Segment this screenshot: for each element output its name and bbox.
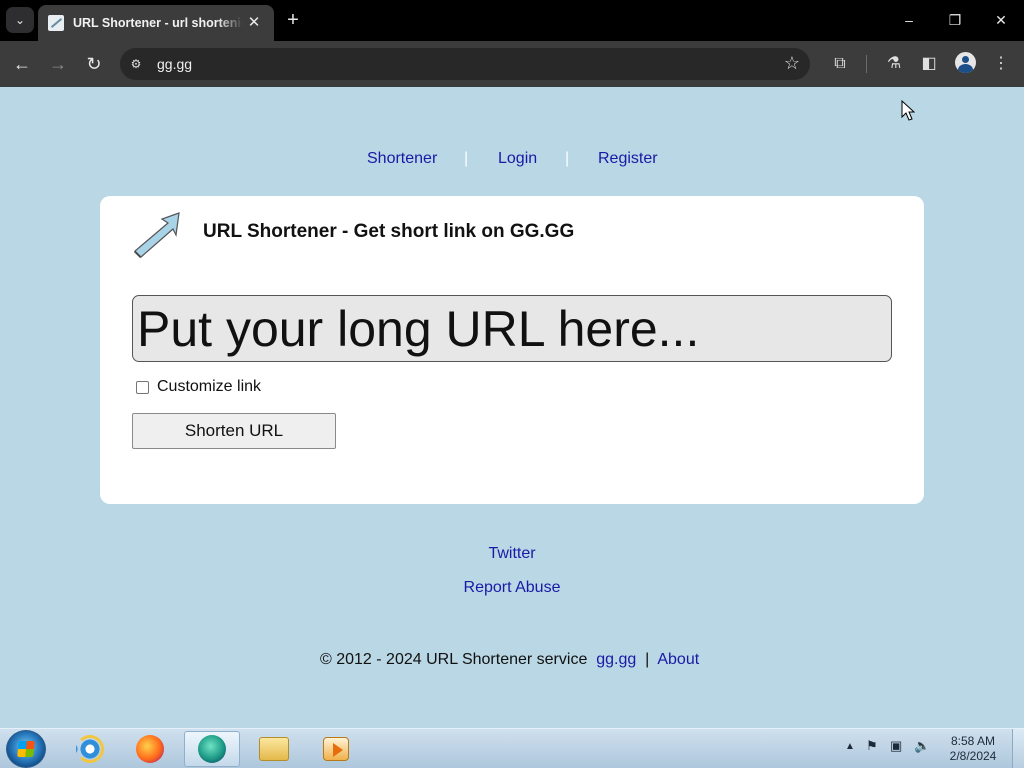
taskbar-file-explorer[interactable] bbox=[246, 731, 302, 767]
page-title: URL Shortener - Get short link on GG.GG bbox=[203, 221, 575, 242]
media-player-icon bbox=[323, 737, 349, 761]
about-link[interactable]: About bbox=[657, 651, 699, 668]
footer-separator: | bbox=[645, 651, 650, 668]
long-url-input[interactable] bbox=[132, 295, 892, 362]
labs-flask-icon[interactable]: ⚗ bbox=[881, 51, 907, 77]
browser-titlebar: ⌄ URL Shortener - url shortening ✕ + – ❐… bbox=[0, 0, 1024, 41]
favicon-icon bbox=[48, 15, 64, 31]
side-panel-icon[interactable]: ◧ bbox=[916, 51, 942, 77]
show-desktop-button[interactable] bbox=[1012, 729, 1024, 768]
forward-icon[interactable]: → bbox=[45, 51, 71, 77]
new-tab-button[interactable]: + bbox=[282, 8, 304, 32]
extensions-icon[interactable]: ⧉ bbox=[827, 51, 853, 77]
start-button[interactable] bbox=[6, 730, 46, 768]
shortener-card: URL Shortener - Get short link on GG.GG … bbox=[100, 196, 924, 504]
browser-toolbar: ← → ↻ ⚙ gg.gg ☆ ⧉ ⚗ ◧ ⋮ bbox=[0, 41, 1024, 87]
edge-browser-icon bbox=[198, 735, 226, 763]
arrow-logo-icon bbox=[134, 212, 180, 258]
network-icon[interactable]: ▣ bbox=[890, 738, 902, 754]
minimize-button[interactable]: – bbox=[895, 8, 923, 32]
report-abuse-link[interactable]: Report Abuse bbox=[464, 579, 561, 596]
menu-kebab-icon[interactable]: ⋮ bbox=[988, 51, 1014, 77]
action-center-flag-icon[interactable]: ⚑ bbox=[866, 738, 878, 754]
taskbar-edge-browser[interactable] bbox=[184, 731, 240, 767]
site-link[interactable]: gg.gg bbox=[596, 651, 636, 668]
address-text[interactable]: gg.gg bbox=[157, 56, 192, 72]
nav-login-link[interactable]: Login bbox=[498, 150, 537, 168]
shorten-url-button[interactable]: Shorten URL bbox=[132, 413, 336, 449]
close-window-button[interactable]: ✕ bbox=[987, 8, 1015, 32]
site-info-icon[interactable]: ⚙ bbox=[128, 56, 144, 72]
system-clock[interactable]: 8:58 AM 2/8/2024 bbox=[944, 734, 1002, 764]
profile-avatar-icon[interactable] bbox=[955, 52, 976, 73]
tray-expand-icon[interactable]: ▲ bbox=[845, 741, 855, 752]
twitter-link[interactable]: Twitter bbox=[488, 545, 535, 562]
bookmark-star-icon[interactable]: ☆ bbox=[784, 53, 800, 74]
folder-icon bbox=[259, 737, 289, 761]
volume-muted-icon[interactable]: 🔈 bbox=[914, 738, 930, 754]
nav-separator: | bbox=[464, 150, 469, 167]
nav-register-link[interactable]: Register bbox=[598, 150, 658, 168]
clock-time: 8:58 AM bbox=[950, 734, 996, 748]
taskbar: ▲ ⚑ ▣ 🔈 8:58 AM 2/8/2024 bbox=[0, 728, 1024, 768]
reload-icon[interactable]: ↻ bbox=[81, 51, 107, 77]
twitter-row: Twitter bbox=[0, 545, 1024, 563]
report-abuse-row: Report Abuse bbox=[0, 579, 1024, 597]
customize-checkbox[interactable] bbox=[136, 380, 149, 394]
taskbar-internet-explorer[interactable] bbox=[62, 731, 118, 767]
copyright-text: © 2012 - 2024 URL Shortener service bbox=[320, 651, 588, 668]
copyright-line: © 2012 - 2024 URL Shortener service gg.g… bbox=[320, 651, 699, 669]
taskbar-media-player[interactable] bbox=[308, 731, 364, 767]
restore-button[interactable]: ❐ bbox=[941, 8, 969, 32]
tab-close-icon[interactable]: ✕ bbox=[244, 13, 264, 33]
nav-separator: | bbox=[565, 150, 570, 167]
toolbar-divider bbox=[866, 55, 867, 73]
customize-link-row[interactable]: Customize link bbox=[136, 378, 261, 396]
tab-search-icon[interactable]: ⌄ bbox=[6, 7, 34, 33]
address-bar[interactable]: ⚙ gg.gg ☆ bbox=[120, 48, 810, 80]
customize-label[interactable]: Customize link bbox=[157, 378, 261, 396]
firefox-icon bbox=[136, 735, 164, 763]
browser-tab[interactable]: URL Shortener - url shortening ✕ bbox=[38, 5, 274, 41]
clock-date: 2/8/2024 bbox=[949, 749, 997, 763]
taskbar-firefox[interactable] bbox=[122, 731, 178, 767]
mouse-cursor-icon bbox=[901, 100, 915, 121]
internet-explorer-icon bbox=[76, 735, 104, 763]
tab-title: URL Shortener - url shortening bbox=[73, 16, 243, 30]
nav-shortener-link[interactable]: Shortener bbox=[367, 150, 437, 168]
back-icon[interactable]: ← bbox=[9, 51, 35, 77]
